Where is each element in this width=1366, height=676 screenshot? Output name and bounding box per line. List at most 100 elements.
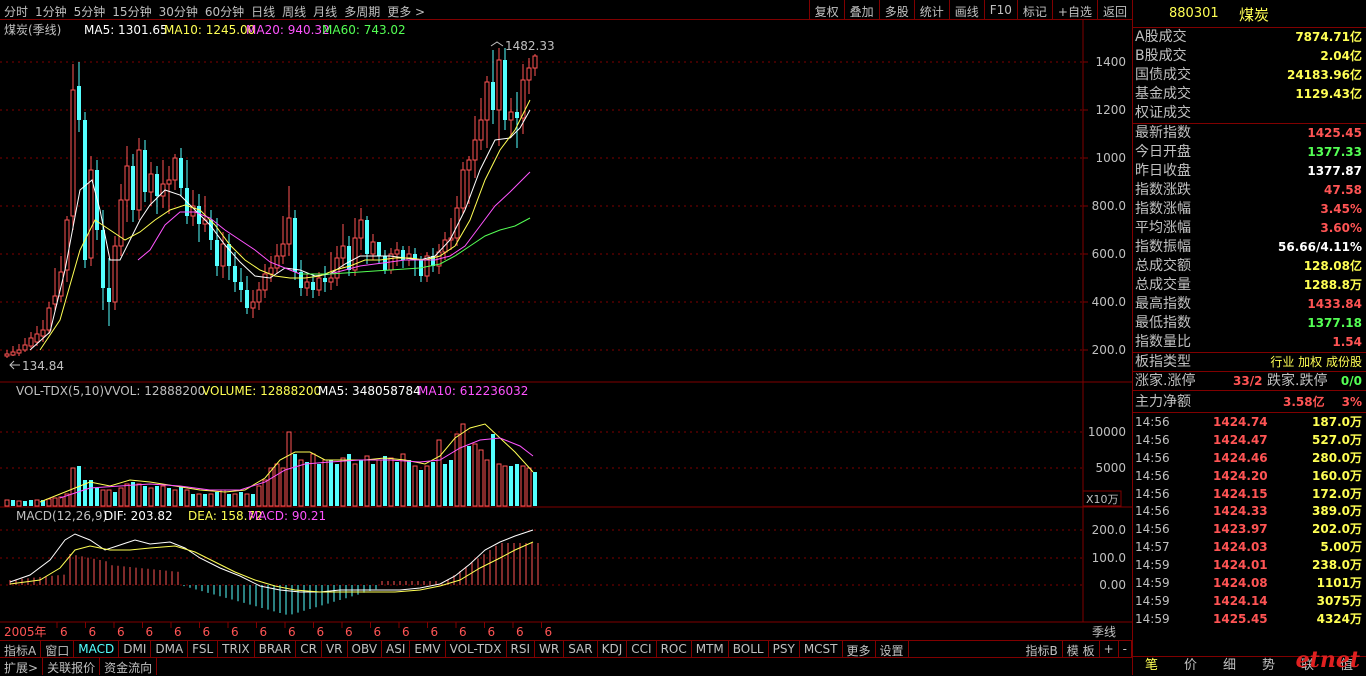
quote-tab[interactable]: 笔 xyxy=(1132,657,1171,675)
period-tab[interactable]: 周线 xyxy=(282,3,306,20)
candle-body xyxy=(304,281,310,289)
stat-label: A股成交 xyxy=(1135,29,1187,45)
template-tab[interactable]: + xyxy=(1100,641,1119,657)
toolbar-button[interactable]: 画线 xyxy=(948,0,984,20)
candle-body xyxy=(215,240,219,266)
toolbar-button[interactable]: F10 xyxy=(983,0,1017,20)
indicator-tab[interactable]: SAR xyxy=(564,641,598,657)
toolbar-button[interactable]: 返回 xyxy=(1096,0,1132,20)
indicator-tab[interactable]: KDJ xyxy=(598,641,628,657)
template-tab[interactable]: 指标B xyxy=(1022,641,1063,658)
volume-bar xyxy=(256,485,262,507)
indicator-tab[interactable]: MCST xyxy=(800,641,843,657)
volume-bar xyxy=(100,489,106,507)
indicator-tab[interactable]: CR xyxy=(296,641,322,657)
kline-chart-area[interactable]: 煤炭(季线) MA5: 1301.65 MA10: 1245.00 MA20: … xyxy=(0,20,1132,640)
indicator-tab[interactable]: 窗口 xyxy=(41,641,75,658)
indicator-tab[interactable]: 指标A xyxy=(0,641,42,658)
toolbar-button[interactable]: +自选 xyxy=(1051,0,1097,20)
vol-unit: X10万 xyxy=(1086,493,1119,506)
indicator-tab[interactable]: 设置 xyxy=(876,641,909,658)
period-tab[interactable]: 分时 xyxy=(4,3,28,20)
indicator-tab[interactable]: ROC xyxy=(657,641,692,657)
quote-tab[interactable]: 势 xyxy=(1249,657,1288,675)
period-tab[interactable]: 更多 > xyxy=(387,3,425,20)
indicator-tab[interactable]: CCI xyxy=(627,641,657,657)
indicator-tab[interactable]: BRAR xyxy=(255,641,297,657)
stat-label: 平均涨幅 xyxy=(1135,220,1191,236)
indicator-tab[interactable]: DMI xyxy=(119,641,152,657)
ma5-legend: MA5: 1301.65 xyxy=(84,23,168,37)
volume-bar xyxy=(407,460,411,506)
stat-row: A股成交 7874.71亿 xyxy=(1133,28,1366,47)
y-tick-label: 400.0 xyxy=(1092,295,1126,309)
indicator-tab[interactable]: MACD xyxy=(74,641,120,657)
toolbar-button[interactable]: 叠加 xyxy=(843,0,879,20)
candle-body xyxy=(491,82,495,110)
indicator-tab[interactable]: FSL xyxy=(188,641,219,657)
candle-body xyxy=(245,290,249,308)
period-tab[interactable]: 日线 xyxy=(251,3,275,20)
quote-tab[interactable]: 价 xyxy=(1171,657,1210,675)
indicator-tab[interactable]: OBV xyxy=(348,641,383,657)
candle-body xyxy=(77,86,81,120)
volume-bar xyxy=(34,499,40,507)
volume-bar xyxy=(454,433,460,507)
indicator-tab[interactable]: VR xyxy=(322,641,348,657)
candle-body xyxy=(28,337,34,347)
stat-row: 指数涨跌 47.58 xyxy=(1133,181,1366,200)
quote-tab[interactable]: 细 xyxy=(1210,657,1249,675)
time-tick-label: 6 xyxy=(431,625,439,639)
indicator-tab[interactable]: MTM xyxy=(692,641,729,657)
extension-tab[interactable]: 资金流向 xyxy=(100,658,158,675)
toolbar-button[interactable]: 多股 xyxy=(878,0,914,20)
indicator-tab[interactable]: TRIX xyxy=(218,641,255,657)
volume-bar xyxy=(509,466,513,506)
indicator-tab[interactable]: RSI xyxy=(507,641,536,657)
stat-row: 平均涨幅 3.60% xyxy=(1133,219,1366,238)
tick-time: 14:56 xyxy=(1135,504,1170,519)
period-tab[interactable]: 60分钟 xyxy=(205,3,244,20)
candle-body xyxy=(256,289,262,303)
indicator-tab[interactable]: PSY xyxy=(769,641,800,657)
volume-bar xyxy=(395,462,399,506)
y-tick-label: 1400 xyxy=(1095,55,1126,69)
sector-type-value: 行业 加权 成份股 xyxy=(1270,355,1362,369)
toolbar-button[interactable]: 统计 xyxy=(913,0,949,20)
template-tab[interactable]: 模 板 xyxy=(1063,641,1100,658)
extension-tabs: 扩展> 关联报价 资金流向 xyxy=(0,657,1132,675)
candle-body xyxy=(16,349,22,354)
indicator-tab[interactable]: EMV xyxy=(410,641,446,657)
period-tab[interactable]: 30分钟 xyxy=(159,3,198,20)
volume-bar xyxy=(424,465,430,507)
toolbar-button[interactable]: 标记 xyxy=(1016,0,1052,20)
toolbar-button[interactable]: 复权 xyxy=(808,0,844,20)
y-tick-label: 1000 xyxy=(1095,151,1126,165)
indicator-tab[interactable]: BOLL xyxy=(729,641,769,657)
period-tab[interactable]: 1分钟 xyxy=(35,3,67,20)
volume-bar xyxy=(124,483,130,507)
period-tab[interactable]: 月线 xyxy=(313,3,337,20)
period-tab[interactable]: 5分钟 xyxy=(74,3,106,20)
indicator-tab[interactable]: VOL-TDX xyxy=(446,641,507,657)
period-toolbar: 分时 1分钟 5分钟 15分钟 30分钟 60分钟 日线 周线 月线 多周期 更多 > 复权 叠加 多股… xyxy=(0,0,1132,20)
stat-label: 国债成交 xyxy=(1135,67,1191,83)
candle-body xyxy=(323,278,327,282)
time-tick-label: 6 xyxy=(174,625,182,639)
ma10-legend: MA10: 1245.00 xyxy=(164,23,255,37)
volume-bar xyxy=(478,449,484,507)
candle-body xyxy=(155,174,159,196)
indicator-tab[interactable]: ASI xyxy=(382,641,411,657)
period-tab[interactable]: 多周期 xyxy=(344,3,380,20)
tick-time: 14:56 xyxy=(1135,415,1170,429)
indicator-tab[interactable]: WR xyxy=(535,641,565,657)
tick-volume: 527.0万 xyxy=(1312,432,1362,447)
volume-bar xyxy=(310,453,316,507)
period-tab[interactable]: 15分钟 xyxy=(112,3,151,20)
template-tab[interactable]: - xyxy=(1119,641,1132,657)
indicator-tab[interactable]: 更多 xyxy=(843,641,876,658)
tick-volume: 160.0万 xyxy=(1312,468,1362,483)
indicator-tab[interactable]: DMA xyxy=(151,641,189,657)
extension-tab[interactable]: 关联报价 xyxy=(43,658,101,675)
extension-tab[interactable]: 扩展> xyxy=(0,658,44,675)
